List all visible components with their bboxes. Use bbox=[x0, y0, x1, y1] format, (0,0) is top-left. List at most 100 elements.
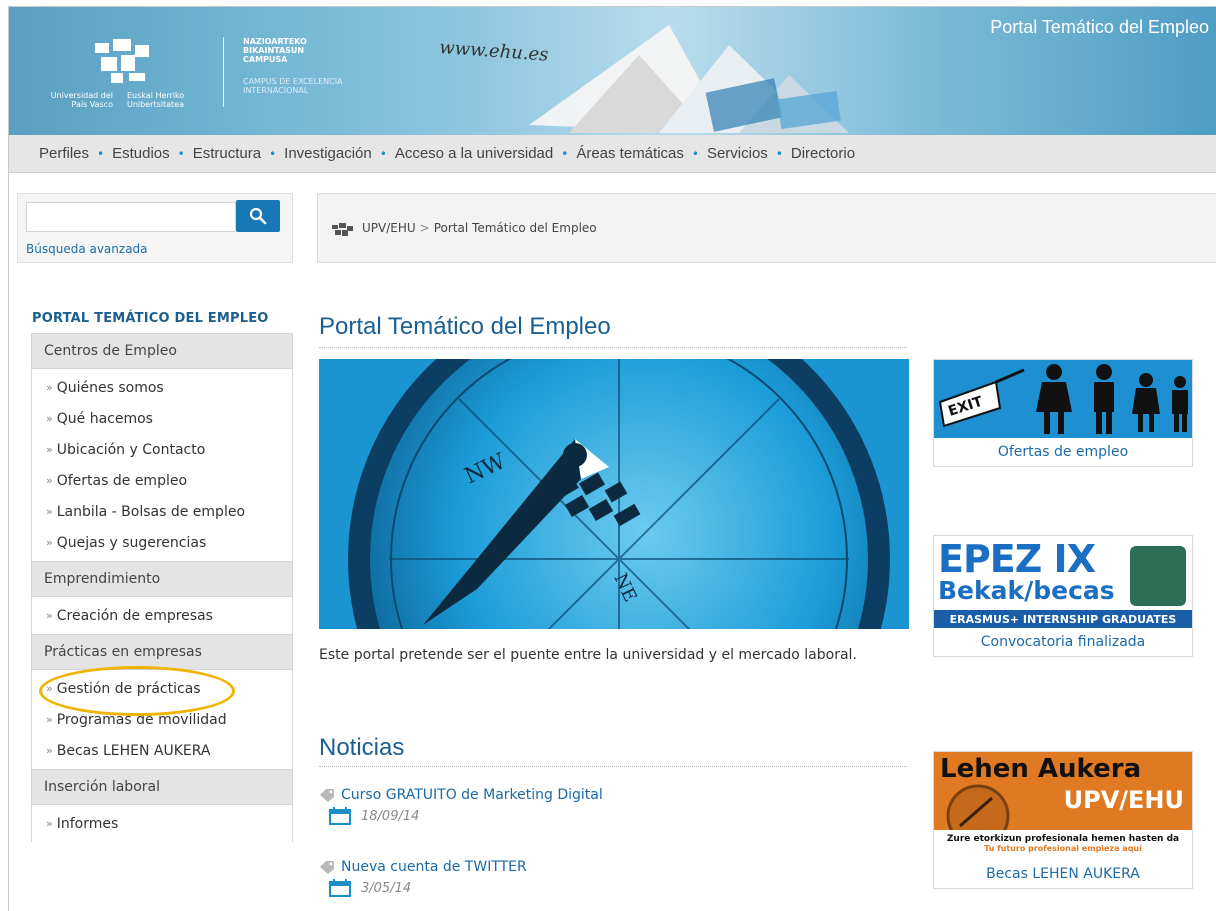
epez-banner: EPEZ IX Bekak/becas ERASMUS+ INTERNSHIP … bbox=[934, 536, 1192, 628]
breadcrumb-root-link[interactable]: UPV/EHU bbox=[362, 221, 416, 235]
double-chevron-right-icon: » bbox=[46, 609, 53, 622]
paper-boat-illustration: www.ehu.es bbox=[439, 25, 849, 133]
double-chevron-right-icon: » bbox=[46, 474, 53, 487]
sidebar-group-list: » Gestión de prácticas» Programas de movil… bbox=[31, 670, 293, 769]
nav-separator-icon: • bbox=[561, 146, 569, 161]
double-chevron-right-icon: » bbox=[46, 744, 53, 757]
header-divider bbox=[223, 37, 224, 107]
nav-item-1[interactable]: Estudios bbox=[112, 145, 170, 162]
news-date: 18/09/14 bbox=[361, 808, 420, 824]
sidebar-group-header[interactable]: Prácticas en empresas bbox=[31, 634, 293, 670]
sidebar-item-label: Quejas y sugerencias bbox=[56, 534, 207, 551]
calendar-icon bbox=[329, 807, 351, 825]
promo-lehen-aukera[interactable]: Lehen Aukera UPV/EHU Zure etorkizun prof… bbox=[933, 751, 1193, 889]
sidebar-item[interactable]: » Ofertas de empleo bbox=[32, 465, 292, 496]
promo-ofertas-empleo[interactable]: EXIT Ofertas de empleo bbox=[933, 359, 1193, 467]
sidebar-group-header[interactable]: Centros de Empleo bbox=[31, 333, 293, 369]
promo-label[interactable]: Convocatoria finalizada bbox=[934, 628, 1192, 656]
search-input[interactable] bbox=[26, 202, 236, 232]
search-panel: Búsqueda avanzada bbox=[17, 193, 293, 263]
double-chevron-right-icon: » bbox=[46, 443, 53, 456]
news-title-link[interactable]: Nueva cuenta de TWITTER bbox=[341, 859, 527, 875]
nav-separator-icon: • bbox=[97, 146, 105, 161]
double-chevron-right-icon: » bbox=[46, 682, 53, 695]
title-divider bbox=[319, 347, 907, 348]
nav-item-6[interactable]: Servicios bbox=[707, 145, 768, 162]
sidebar-menu: Centros de Empleo» Quiénes somos» Qué hace… bbox=[31, 333, 293, 842]
tag-icon bbox=[320, 789, 334, 802]
sidebar-item[interactable]: » Qué hacemos bbox=[32, 403, 292, 434]
compass-icon bbox=[946, 784, 1010, 830]
sidebar-item[interactable]: » Programas de movilidad bbox=[32, 704, 292, 735]
promo-epez-becas[interactable]: EPEZ IX Bekak/becas ERASMUS+ INTERNSHIP … bbox=[933, 535, 1193, 657]
double-chevron-right-icon: » bbox=[46, 381, 53, 394]
nav-separator-icon: • bbox=[269, 146, 277, 161]
sidebar-group-header[interactable]: Inserción laboral bbox=[31, 769, 293, 805]
sidebar-item[interactable]: » Becas LEHEN AUKERA bbox=[32, 735, 292, 766]
promo-label[interactable]: Becas LEHEN AUKERA bbox=[934, 860, 1192, 888]
sidebar-item-label: Gestión de prácticas bbox=[56, 680, 201, 697]
nav-item-5[interactable]: Áreas temáticas bbox=[576, 145, 684, 162]
news-title-link[interactable]: Curso GRATUITO de Marketing Digital bbox=[341, 787, 603, 803]
news-item: Curso GRATUITO de Marketing Digital 18/0… bbox=[319, 787, 907, 825]
sidebar-item[interactable]: » Informes bbox=[32, 808, 292, 839]
nav-item-4[interactable]: Acceso a la universidad bbox=[395, 145, 553, 162]
search-button[interactable] bbox=[236, 200, 280, 232]
sidebar-item[interactable]: » Quejas y sugerencias bbox=[32, 527, 292, 558]
page-title: Portal Temático del Empleo bbox=[319, 313, 611, 340]
lehen-aukera-banner: Lehen Aukera UPV/EHU Zure etorkizun prof… bbox=[934, 752, 1192, 860]
nav-separator-icon: • bbox=[177, 146, 185, 161]
sidebar-item-label: Informes bbox=[56, 815, 119, 832]
sidebar-item[interactable]: » Creación de empresas bbox=[32, 600, 292, 631]
job-offers-banner: EXIT bbox=[934, 360, 1192, 438]
main-nav: Perfiles • Estudios • Estructura • Investigaci… bbox=[9, 135, 1216, 173]
university-logo-icon bbox=[95, 39, 149, 83]
advanced-search-link[interactable]: Búsqueda avanzada bbox=[26, 242, 148, 256]
double-chevron-right-icon: » bbox=[46, 505, 53, 518]
double-chevron-right-icon: » bbox=[46, 713, 53, 726]
nav-separator-icon: • bbox=[775, 146, 783, 161]
sidebar-item-label: Becas LEHEN AUKERA bbox=[56, 742, 211, 759]
sidebar-title: PORTAL TEMÁTICO DEL EMPLEO bbox=[32, 311, 269, 326]
hero-compass-image: NW NE bbox=[319, 359, 909, 629]
sidebar-group-header[interactable]: Emprendimiento bbox=[31, 561, 293, 597]
suitcase-icon bbox=[1130, 546, 1186, 606]
sidebar-item[interactable]: » Lanbila - Bolsas de empleo bbox=[32, 496, 292, 527]
portal-description: Este portal pretende ser el puente entre… bbox=[319, 647, 857, 663]
url-text: www.ehu.es bbox=[439, 37, 549, 66]
sidebar-item-label: Lanbila - Bolsas de empleo bbox=[56, 503, 246, 520]
breadcrumb: UPV/EHU > Portal Temático del Empleo bbox=[317, 193, 1216, 263]
university-name-es: Universidad del País Vasco bbox=[50, 91, 113, 109]
sidebar-group-list: » Creación de empresas bbox=[31, 597, 293, 634]
nav-item-2[interactable]: Estructura bbox=[193, 145, 261, 162]
news-divider bbox=[319, 766, 907, 767]
promo-label[interactable]: Ofertas de empleo bbox=[934, 438, 1192, 466]
nav-separator-icon: • bbox=[691, 146, 699, 161]
sidebar-item[interactable]: » Gestión de prácticas bbox=[32, 673, 292, 704]
sidebar-item-label: Ofertas de empleo bbox=[56, 472, 188, 489]
double-chevron-right-icon: » bbox=[46, 817, 53, 830]
breadcrumb-current: Portal Temático del Empleo bbox=[433, 221, 597, 235]
breadcrumb-separator: > bbox=[419, 221, 430, 235]
nav-item-3[interactable]: Investigación bbox=[284, 145, 372, 162]
nav-item-7[interactable]: Directorio bbox=[791, 145, 855, 162]
sidebar-item-label: Quiénes somos bbox=[56, 379, 164, 396]
nav-item-0[interactable]: Perfiles bbox=[39, 145, 89, 162]
sidebar-item-label: Programas de movilidad bbox=[56, 711, 227, 728]
sidebar-item-label: Qué hacemos bbox=[56, 410, 153, 427]
portal-header-title: Portal Temático del Empleo bbox=[990, 17, 1209, 37]
sidebar-item[interactable]: » Ubicación y Contacto bbox=[32, 434, 292, 465]
news-date: 3/05/14 bbox=[361, 880, 412, 896]
breadcrumb-trail: UPV/EHU > Portal Temático del Empleo bbox=[362, 221, 597, 235]
sidebar-group-list: » Quiénes somos» Qué hacemos» Ubicación y C… bbox=[31, 369, 293, 561]
university-logo-icon bbox=[332, 223, 353, 236]
campus-label-es: CAMPUS DE EXCELENCIA INTERNACIONAL bbox=[243, 77, 343, 95]
campus-label-eu: NAZIOARTEKO BIKAINTASUN CAMPUSA bbox=[243, 37, 307, 64]
header-banner: Universidad del País Vasco Euskal Herrik… bbox=[9, 7, 1216, 135]
sidebar-item-label: Ubicación y Contacto bbox=[56, 441, 206, 458]
sidebar-item[interactable]: » Quiénes somos bbox=[32, 372, 292, 403]
news-item: Nueva cuenta de TWITTER 3/05/14 bbox=[319, 859, 907, 897]
double-chevron-right-icon: » bbox=[46, 412, 53, 425]
compass-illustration: NW NE bbox=[319, 359, 909, 629]
calendar-icon bbox=[329, 879, 351, 897]
